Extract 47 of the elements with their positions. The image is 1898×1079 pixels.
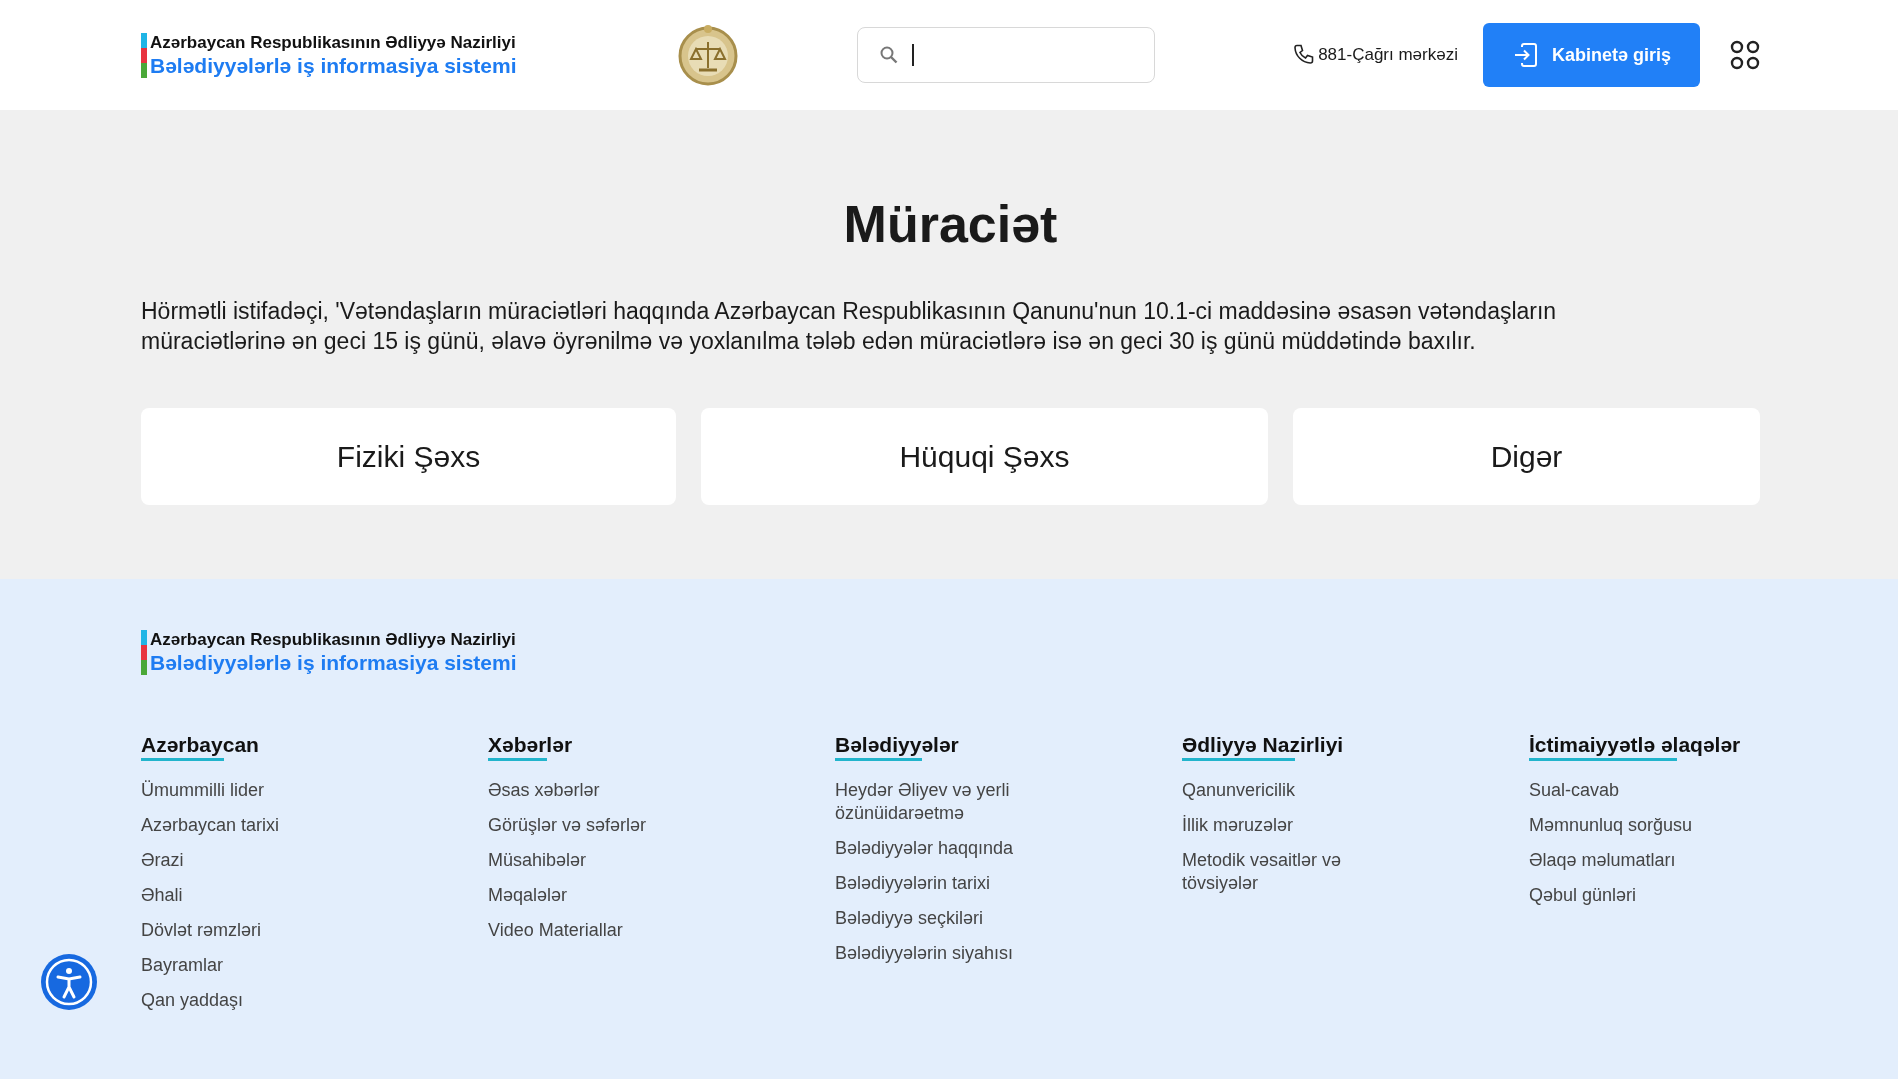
footer-link[interactable]: Qan yaddaşı xyxy=(141,989,244,1012)
call-center-link[interactable]: 881-Çağrı mərkəzi xyxy=(1292,43,1458,67)
footer-link[interactable]: Heydər Əliyev və yerli özünüidarəetmə xyxy=(835,779,1035,825)
footer-link[interactable]: Sual-cavab xyxy=(1529,779,1620,802)
system-name: Bələdiyyələrlə iş informasiya sistemi xyxy=(150,53,517,78)
footer-link[interactable]: Bələdiyyələrin tarixi xyxy=(835,872,991,895)
applicant-type-card[interactable]: Digər xyxy=(1293,408,1760,505)
footer-link[interactable]: Bələdiyyələr haqqında xyxy=(835,837,1014,860)
footer-link[interactable]: Dövlət rəmzləri xyxy=(141,919,262,942)
applicant-type-card[interactable]: Hüquqi Şəxs xyxy=(701,408,1268,505)
footer-link[interactable]: Məqalələr xyxy=(488,884,568,907)
footer-link[interactable]: Müsahibələr xyxy=(488,849,587,872)
footer-link[interactable]: Əlaqə məlumatları xyxy=(1529,849,1676,872)
footer-column-title: Bələdiyyələr xyxy=(835,733,959,761)
emblem-icon xyxy=(676,22,739,88)
footer-column-title: Ədliyyə Nazirliyi xyxy=(1182,733,1344,761)
footer-link[interactable]: İllik məruzələr xyxy=(1182,814,1294,837)
footer-link[interactable]: Əhali xyxy=(141,884,183,907)
footer-column-title: Azərbaycan xyxy=(141,733,259,761)
footer-link[interactable]: Ərazi xyxy=(141,849,184,872)
applicant-type-card[interactable]: Fiziki Şəxs xyxy=(141,408,676,505)
apps-grid-icon[interactable] xyxy=(1730,40,1760,70)
system-name: Bələdiyyələrlə iş informasiya sistemi xyxy=(150,651,517,675)
footer-link[interactable]: Görüşlər və səfərlər xyxy=(488,814,647,837)
footer-link[interactable]: Azərbaycan tarixi xyxy=(141,814,280,837)
footer-link[interactable]: Ümummilli lider xyxy=(141,779,264,802)
footer-link[interactable]: Bayramlar xyxy=(141,954,224,977)
footer-column-title: Xəbərlər xyxy=(488,733,573,761)
ministry-name: Azərbaycan Respublikasının Ədliyyə Nazirliyi xyxy=(150,630,517,650)
footer-link[interactable]: Əsas xəbərlər xyxy=(488,779,600,802)
flag-stripe xyxy=(141,32,147,78)
login-button[interactable]: Kabinetə giriş xyxy=(1482,23,1700,87)
accessibility-button[interactable] xyxy=(40,953,98,1011)
footer-column-title: İctimaiyyətlə əlaqələr xyxy=(1529,733,1741,761)
footer-link[interactable]: Qanunvericilik xyxy=(1182,779,1296,802)
footer-link[interactable]: Metodik vəsaitlər və tövsiyələr xyxy=(1182,849,1382,895)
footer-link[interactable]: Bələdiyyələrin siyahısı xyxy=(835,942,1014,965)
footer-link[interactable]: Bələdiyyə seçkiləri xyxy=(835,907,984,930)
flag-stripe xyxy=(141,630,147,675)
ministry-name: Azərbaycan Respublikasının Ədliyyə Nazirliyi xyxy=(150,32,517,53)
search-field[interactable] xyxy=(856,27,1155,83)
footer-link[interactable]: Məmnunluq sorğusu xyxy=(1529,814,1693,837)
search-icon xyxy=(879,46,898,64)
page-title: Müraciət xyxy=(842,194,1059,254)
notice-text: Hörmətli istifadəçi, 'Vətəndaşların müraciətləri haqqında Azərbaycan Respublikasının Qanunu'nun 10.1-ci maddəsinə əsasən vətəndaşların müraciətlərinə ən geci 15 iş günü, əlavə öyrənilmə və yoxlanılma tələb edən müraciətlərə isə ən geci 30 iş günü müddətində baxılır. xyxy=(141,297,1558,356)
footer-link[interactable]: Video Materiallar xyxy=(488,919,623,942)
footer-link[interactable]: Qəbul günləri xyxy=(1529,884,1637,907)
